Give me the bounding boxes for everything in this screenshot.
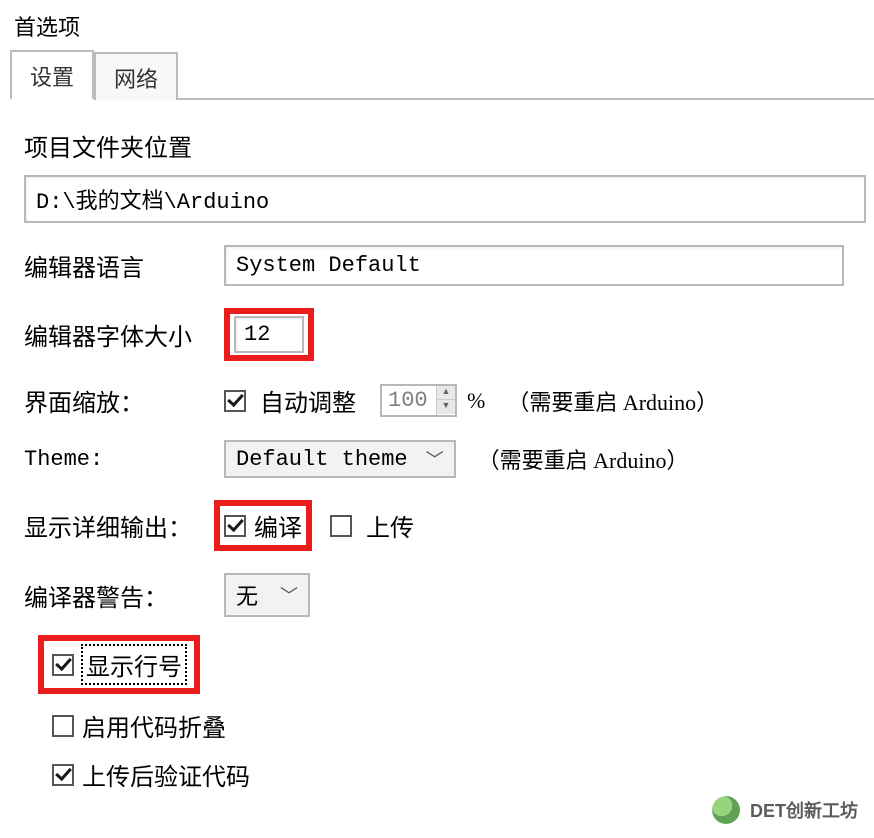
verbose-compile-label: 编译 — [254, 508, 302, 543]
editor-font-size-row: 编辑器字体大小 12 — [24, 308, 856, 361]
highlight-line-numbers: 显示行号 — [38, 635, 200, 694]
tab-network[interactable]: 网络 — [94, 52, 178, 100]
editor-font-size-label: 编辑器字体大小 — [24, 317, 218, 352]
watermark-text: DET创新工坊 — [750, 797, 858, 823]
highlight-compile: 编译 — [214, 500, 312, 551]
settings-panel: 项目文件夹位置 D:\我的文档\Arduino 编辑器语言 System Def… — [0, 100, 874, 792]
verbose-upload-checkbox[interactable] — [330, 515, 352, 537]
tab-settings[interactable]: 设置 — [10, 50, 94, 100]
compiler-warnings-value: 无 — [236, 579, 258, 611]
verbose-output-row: 显示详细输出： 编译 上传 — [24, 500, 856, 551]
interface-scale-value[interactable]: 100 — [382, 386, 436, 415]
watermark: DET创新工坊 — [712, 796, 858, 824]
highlight-font-size: 12 — [224, 308, 314, 361]
interface-scale-suffix: % — [467, 388, 485, 414]
interface-scale-label: 界面缩放： — [24, 383, 218, 418]
chevron-down-icon: ﹀ — [280, 582, 298, 608]
editor-language-select[interactable]: System Default — [224, 245, 844, 286]
tab-bar: 设置 网络 — [10, 48, 874, 100]
compiler-warnings-select[interactable]: 无 ﹀ — [224, 573, 310, 617]
theme-select[interactable]: Default theme ﹀ — [224, 440, 456, 478]
theme-value: Default theme — [236, 447, 408, 472]
verify-after-upload-checkbox[interactable] — [52, 764, 74, 786]
interface-scale-spinner[interactable]: 100 ▲ ▼ — [380, 384, 457, 417]
compiler-warnings-label: 编译器警告： — [24, 578, 218, 613]
line-numbers-label: 显示行号 — [82, 645, 186, 684]
verbose-output-label: 显示详细输出： — [24, 508, 208, 543]
interface-scale-hint: （需要重启 Arduino） — [507, 385, 718, 417]
sketchbook-location-input[interactable]: D:\我的文档\Arduino — [24, 175, 866, 223]
editor-font-size-input[interactable]: 12 — [234, 316, 304, 353]
spinner-up-icon[interactable]: ▲ — [437, 386, 455, 400]
auto-scale-checkbox[interactable] — [224, 390, 246, 412]
editor-language-row: 编辑器语言 System Default — [24, 245, 856, 286]
verbose-compile-checkbox[interactable] — [224, 515, 246, 537]
sketchbook-location-label: 项目文件夹位置 — [24, 128, 856, 163]
verify-after-upload-label: 上传后验证代码 — [82, 757, 250, 792]
options-list: 显示行号 启用代码折叠 上传后验证代码 — [38, 635, 856, 792]
theme-hint: （需要重启 Arduino） — [478, 443, 689, 475]
theme-label: Theme: — [24, 447, 218, 472]
code-folding-label: 启用代码折叠 — [82, 708, 226, 743]
interface-scale-row: 界面缩放： 自动调整 100 ▲ ▼ % （需要重启 Arduino） — [24, 383, 856, 418]
chevron-down-icon: ﹀ — [426, 446, 444, 472]
line-numbers-checkbox[interactable] — [52, 654, 74, 676]
spinner-down-icon[interactable]: ▼ — [437, 400, 455, 414]
compiler-warnings-row: 编译器警告： 无 ﹀ — [24, 573, 856, 617]
window-title: 首选项 — [0, 0, 874, 48]
code-folding-checkbox[interactable] — [52, 715, 74, 737]
editor-language-label: 编辑器语言 — [24, 248, 218, 283]
auto-scale-label: 自动调整 — [260, 383, 356, 418]
verbose-upload-label: 上传 — [366, 508, 414, 543]
wechat-icon — [712, 796, 740, 824]
theme-row: Theme: Default theme ﹀ （需要重启 Arduino） — [24, 440, 856, 478]
